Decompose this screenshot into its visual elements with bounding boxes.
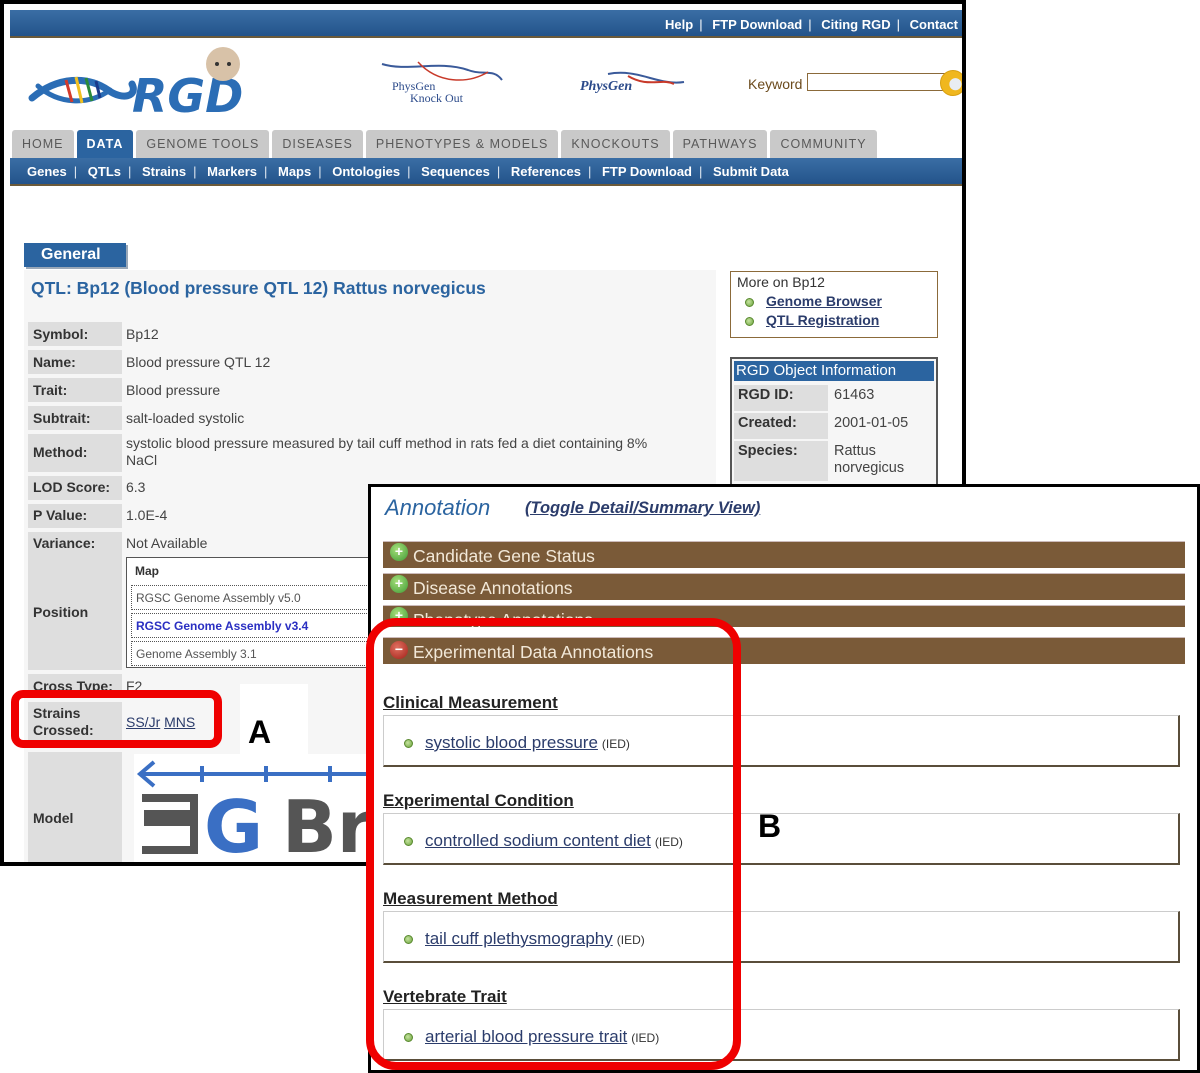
tab-data[interactable]: DATA [76,130,134,158]
data-subnav: Genes | QTLs | Strains | Markers | Maps | Ont… [10,158,962,186]
field-label: Position [28,556,122,670]
field-value: Blood pressure QTL 12 [126,354,271,370]
top-links: Help | FTP Download | Citing RGD | Contact [665,17,958,32]
tab-genome-tools[interactable]: GENOME TOOLS [136,130,270,158]
svg-text:Knock Out: Knock Out [410,91,464,105]
field-label: Name: [28,350,122,374]
field-value: Blood pressure [126,382,221,398]
rat-mascot [206,47,240,81]
field-value: 1.0E-4 [126,507,168,523]
accordion-disease-annotations[interactable]: + Disease Annotations [383,573,1185,600]
accordion-label: Disease Annotations [413,578,573,598]
field-label: RGD ID: [734,385,828,411]
more-on-title: More on Bp12 [737,274,825,290]
field-value: salt-loaded systolic [126,410,245,426]
subnav-markers[interactable]: Markers [207,164,257,179]
highlight-box-b [366,618,741,1070]
svg-text:Br: Br [282,785,373,864]
field-trait: Trait: Blood pressure [28,378,718,402]
plus-icon[interactable]: + [390,575,408,593]
accordion-candidate-gene-status[interactable]: + Candidate Gene Status [383,541,1185,568]
highlight-box-a [11,690,222,748]
subnav-maps[interactable]: Maps [278,164,311,179]
position-map-table: Map RGSC Genome Assembly v5.0 RGSC Genom… [126,557,374,668]
subnav-submit-data[interactable]: Submit Data [713,164,789,179]
field-label: Species: [734,441,828,481]
gbrowse-logo[interactable]: G Br [134,754,374,864]
physgen-knockout-logo[interactable]: PhysGen Knock Out [378,58,508,108]
field-label: LOD Score: [28,476,122,500]
species-row: Species: Rattus norvegicus [734,441,934,481]
field-label: Subtrait: [28,406,122,430]
map-row-rgsc-v5[interactable]: RGSC Genome Assembly v5.0 [131,585,371,610]
field-value: 6.3 [126,479,146,495]
contact-link[interactable]: Contact [910,17,958,32]
field-label: Variance: [28,532,122,556]
field-value: 61463 [834,387,875,403]
physgen-logo[interactable]: PhysGen [578,66,688,102]
tab-diseases[interactable]: DISEASES [272,130,363,158]
page-title: QTL: Bp12 (Blood pressure QTL 12) Rattus… [31,278,486,298]
rgd-id-row: RGD ID: 61463 [734,385,934,411]
callout-label-a: A [248,714,272,750]
accordion-label: Candidate Gene Status [413,546,595,566]
subnav-sequences[interactable]: Sequences [421,164,490,179]
field-label: Trait: [28,378,122,402]
rgd-object-info-title: RGD Object Information [734,361,934,381]
tab-community[interactable]: COMMUNITY [770,130,877,158]
field-symbol: Symbol: Bp12 [28,322,718,346]
field-value: Rattus [834,443,876,459]
bullet-icon [745,316,754,326]
field-label: Symbol: [28,322,122,346]
field-subtrait: Subtrait: salt-loaded systolic [28,406,718,430]
subnav-genes[interactable]: Genes [27,164,67,179]
field-value: Not Available [126,535,208,551]
subnav-ontologies[interactable]: Ontologies [332,164,400,179]
subnav-qtls[interactable]: QTLs [88,164,121,179]
top-utility-bar: Help | FTP Download | Citing RGD | Contact [10,10,962,38]
keyword-search-input[interactable] [807,73,947,91]
field-label: Created: [734,413,828,439]
field-value: systolic blood pressure measured by tail… [126,435,648,451]
field-value: 2001-01-05 [834,415,909,431]
created-row: Created: 2001-01-05 [734,413,934,439]
field-name: Name: Blood pressure QTL 12 [28,350,718,374]
subnav-references[interactable]: References [511,164,581,179]
tab-knockouts[interactable]: KNOCKOUTS [561,130,670,158]
subnav-strains[interactable]: Strains [142,164,186,179]
search-icon[interactable] [940,70,962,96]
genome-browser-link[interactable]: Genome Browser [766,293,882,309]
tab-phenotypes-models[interactable]: PHENOTYPES & MODELS [365,130,559,158]
field-label: P Value: [28,504,122,528]
map-row-assembly-3-1[interactable]: Genome Assembly 3.1 [131,641,371,666]
field-method: Method: systolic blood pressure measured… [28,434,718,472]
svg-text:G: G [204,785,263,864]
field-label: Model [28,752,122,862]
plus-icon[interactable]: + [390,543,408,561]
more-on-panel: More on Bp12 Genome Browser QTL Registra… [730,271,938,338]
map-row-rgsc-v3-4[interactable]: RGSC Genome Assembly v3.4 [131,613,371,638]
main-nav-tabs: HOME DATA GENOME TOOLS DISEASES PHENOTYP… [12,130,880,158]
toggle-detail-summary-link[interactable]: (Toggle Detail/Summary View) [525,499,760,518]
tab-home[interactable]: HOME [12,130,74,158]
general-section-tab[interactable]: General [24,243,126,267]
rgd-logo[interactable]: RGD [28,46,268,122]
field-value: Bp12 [126,326,159,342]
svg-text:PhysGen: PhysGen [580,79,632,94]
bullet-icon [745,297,754,307]
field-label: Method: [28,434,122,472]
map-column-header: Map [135,564,159,578]
help-link[interactable]: Help [665,17,693,32]
ftp-download-link[interactable]: FTP Download [712,17,802,32]
rgd-object-info-panel: RGD Object Information RGD ID: 61463 Cre… [730,357,938,497]
citing-rgd-link[interactable]: Citing RGD [821,17,890,32]
keyword-label: Keyword [748,76,803,92]
qtl-registration-link[interactable]: QTL Registration [766,312,879,328]
tab-pathways[interactable]: PATHWAYS [672,130,768,158]
annotation-title: Annotation [385,495,491,520]
field-value-line2: NaCl [126,452,158,468]
subnav-ftp-download[interactable]: FTP Download [602,164,692,179]
callout-label-b: B [758,808,782,844]
field-value-line2: norvegicus [834,460,905,476]
